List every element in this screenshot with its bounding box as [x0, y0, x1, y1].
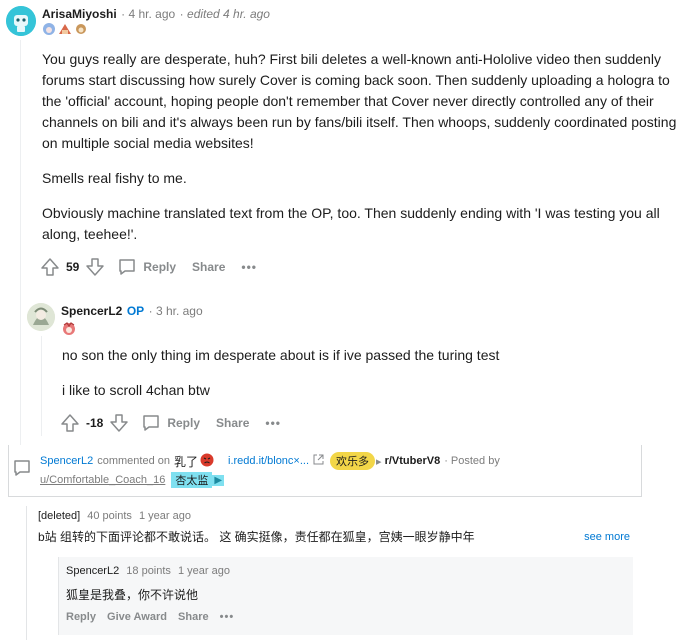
flair-arrow-icon: ▶ [212, 474, 225, 486]
comment-paragraph: i like to scroll 4chan btw [62, 382, 210, 398]
comment-body: no son the only thing im desperate about… [62, 345, 662, 401]
more-options-button[interactable]: ••• [265, 416, 281, 430]
upvote-icon[interactable] [40, 257, 60, 277]
timestamp[interactable]: 3 hr. ago [156, 304, 203, 318]
old-comment-body: b站 组转的下面评论都不敢说话。 这 确实挺像，责任都在狐皇，宫姨一眼岁静中年 … [38, 528, 630, 545]
share-button[interactable]: Share [178, 611, 209, 623]
comment-paragraph: no son the only thing im desperate about… [62, 347, 500, 363]
user-flair [61, 322, 77, 341]
more-options-button[interactable]: ••• [241, 260, 257, 274]
user-flair [42, 22, 90, 39]
old-comment-author: [deleted] [38, 510, 81, 522]
comment-actions: 59 Reply Share ••• [40, 257, 273, 277]
card-author[interactable]: SpencerL2 [40, 455, 93, 467]
subreddit-link[interactable]: r/VtuberV8 [385, 455, 441, 467]
old-comment-header: [deleted] 40 points 1 year ago [38, 510, 191, 522]
comment-header: SpencerL2 OP · 3 hr. ago [61, 304, 203, 318]
old-reply-author[interactable]: SpencerL2 [66, 565, 119, 577]
comment-actions: -18 Reply Share ••• [60, 413, 297, 433]
thread-line [58, 557, 59, 635]
share-button[interactable]: Share [192, 260, 225, 274]
old-reply-text: 狐皇是我叠，你不许说他 [66, 588, 199, 602]
comment-body: You guys really are desperate, huh? Firs… [42, 49, 682, 245]
vote-count: -18 [86, 416, 104, 430]
reply-label: Reply [167, 416, 201, 430]
old-reply-actions: Reply Give Award Share ••• [66, 611, 234, 623]
timestamp[interactable]: 1 year ago [139, 510, 191, 522]
post-link[interactable]: i.redd.it/blonc×... [228, 455, 309, 467]
share-button[interactable]: Share [216, 416, 249, 430]
comment-icon [117, 257, 137, 277]
comment-paragraph: Smells real fishy to me. [42, 170, 187, 186]
reply-button[interactable]: Reply [66, 611, 96, 623]
card-poster-row: u/Comfortable_Coach_16 杏太监 ▶ [40, 472, 225, 488]
comment-icon [141, 413, 161, 433]
points: 40 points [87, 510, 132, 522]
comment-paragraph: Obviously machine translated text from t… [42, 205, 660, 242]
angry-emoji-icon [200, 453, 214, 470]
avatar[interactable] [27, 303, 55, 331]
username[interactable]: SpencerL2 [61, 304, 122, 318]
downvote-icon[interactable] [85, 257, 105, 277]
points: 18 points [126, 565, 171, 577]
old-reply-header: SpencerL2 18 points 1 year ago [66, 565, 230, 577]
commented-on-label: commented on [97, 455, 170, 467]
old-comment-text: b站 组转的下面评论都不敢说话。 这 确实挺像，责任都在狐皇，宫姨一眼岁静中年 [38, 530, 475, 544]
op-badge: OP [126, 304, 145, 318]
upvote-icon[interactable] [60, 413, 80, 433]
post-title[interactable]: 乳了 [174, 453, 198, 470]
reply-button[interactable]: Reply [141, 413, 200, 433]
external-link-icon[interactable] [313, 454, 324, 468]
reply-label: Reply [143, 260, 177, 274]
more-options-button[interactable]: ••• [220, 611, 235, 623]
poster-link[interactable]: u/Comfortable_Coach_16 [40, 474, 165, 486]
flair-arrow-icon: ▸ [376, 455, 382, 468]
thread-line[interactable] [20, 40, 21, 460]
downvote-icon[interactable] [109, 413, 129, 433]
comment-icon [12, 458, 32, 483]
comment-paragraph: You guys really are desperate, huh? Firs… [42, 51, 677, 151]
thread-line [26, 506, 27, 640]
thread-line[interactable] [41, 336, 42, 436]
comment-header: ArisaMiyoshi · 4 hr. ago · edited 4 hr. … [42, 7, 270, 21]
vote-count: 59 [66, 260, 80, 274]
reply-button[interactable]: Reply [117, 257, 176, 277]
username[interactable]: ArisaMiyoshi [42, 7, 117, 21]
post-flair[interactable]: 欢乐多 [330, 452, 376, 470]
poster-flair: 杏太监 [171, 472, 213, 488]
edited-label: edited 4 hr. ago [187, 7, 270, 21]
posted-by-label: · Posted by [444, 455, 500, 467]
card-header: SpencerL2 commented on 乳了 i.redd.it/blon… [40, 452, 500, 470]
give-award-button[interactable]: Give Award [107, 611, 167, 623]
timestamp[interactable]: 4 hr. ago [129, 7, 176, 21]
see-more-link[interactable]: see more [584, 531, 630, 543]
avatar[interactable] [6, 6, 36, 36]
timestamp[interactable]: 1 year ago [178, 565, 230, 577]
